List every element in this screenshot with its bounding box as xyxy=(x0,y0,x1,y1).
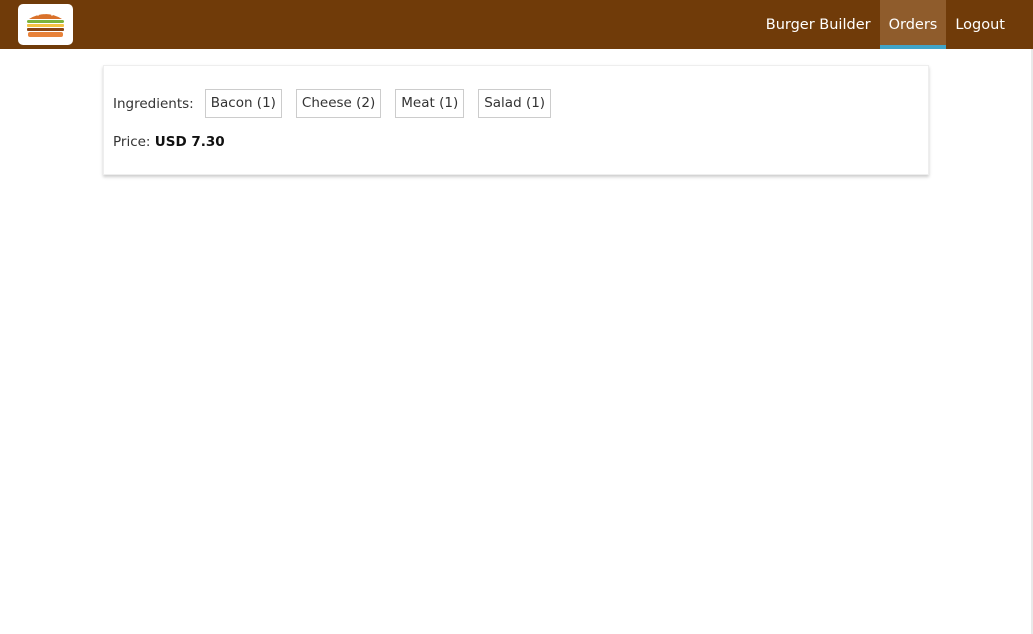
nav-item-logout[interactable]: Logout xyxy=(946,0,1014,49)
price-label: Price: xyxy=(113,134,155,150)
burger-logo-icon[interactable] xyxy=(18,4,73,45)
nav-item-label: Logout xyxy=(955,16,1005,33)
nav-item-burger-builder[interactable]: Burger Builder xyxy=(757,0,880,49)
price-row: Price: USD 7.30 xyxy=(113,134,225,150)
nav-menu: Burger Builder Orders Logout xyxy=(757,0,1014,49)
ingredient-chip-salad: Salad (1) xyxy=(478,89,552,118)
ingredient-chip-bacon: Bacon (1) xyxy=(204,89,282,118)
nav-item-orders[interactable]: Orders xyxy=(879,0,947,49)
toolbar: Burger Builder Orders Logout xyxy=(0,0,1033,49)
price-value: USD 7.30 xyxy=(154,134,225,150)
nav-item-label: Orders xyxy=(888,16,938,33)
ingredient-chip-cheese: Cheese (2) xyxy=(295,89,382,118)
order-card: Ingredients: Bacon (1) Cheese (2) Meat (… xyxy=(103,65,929,175)
ingredient-chip-meat: Meat (1) xyxy=(395,89,465,118)
nav-item-label: Burger Builder xyxy=(765,16,871,33)
ingredients-label: Ingredients: xyxy=(113,95,194,112)
ingredients-row: Ingredients: Bacon (1) Cheese (2) Meat (… xyxy=(113,89,565,118)
